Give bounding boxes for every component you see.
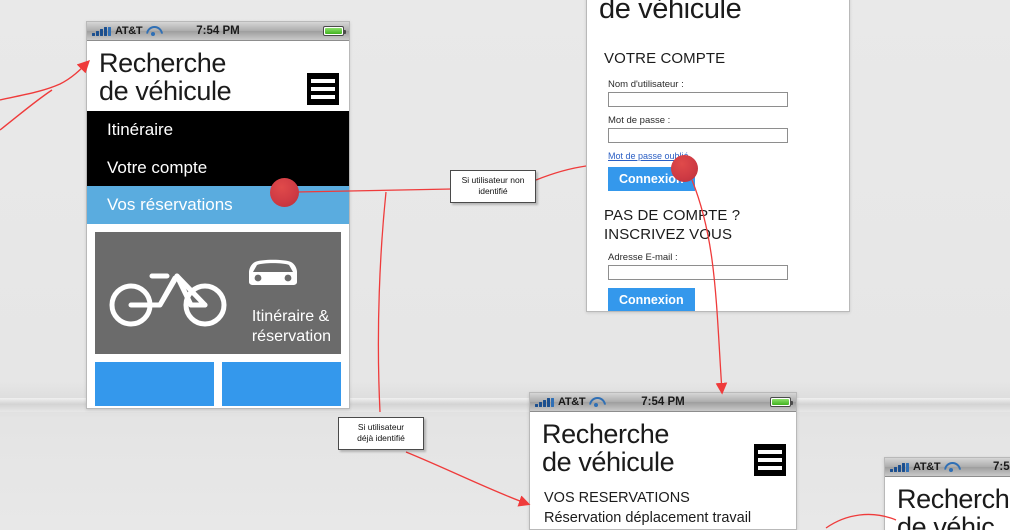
promo-text-line1: Itinéraire & (251, 308, 330, 326)
forgot-password-link[interactable]: Mot de passe oublié (587, 151, 849, 161)
annotation-dot-vos-reservations[interactable] (270, 178, 299, 207)
callout-line2: identifié (478, 186, 508, 197)
page-title-line1: Recherch (897, 484, 1010, 514)
status-bar: AT&T 7:54 PM (530, 393, 796, 412)
nav-item-votre-compte[interactable]: Votre compte (87, 149, 349, 187)
nav-item-itineraire[interactable]: Itinéraire (87, 111, 349, 149)
email-label: Adresse E-mail : (608, 252, 678, 264)
promo-tile-text: Itinéraire & réservation (252, 307, 331, 345)
hamburger-menu-icon[interactable] (307, 73, 339, 106)
phone-reservations-mockup: AT&T 7:54 PM Recherche de véhicule VOS R… (529, 392, 797, 530)
signup-heading-line2: INSCRIVEZ VOUS (604, 225, 733, 243)
phone-menu-mockup: AT&T 7:54 PM Recherche de véhicule Itiné… (86, 21, 350, 409)
page-title-line1: Recherche (99, 48, 226, 78)
account-heading: VOTRE COMPTE (604, 50, 726, 67)
username-field[interactable] (608, 91, 788, 107)
car-icon (249, 259, 297, 285)
callout-line2: déjà identifié (357, 433, 405, 444)
username-label: Nom d'utilisateur : (608, 78, 684, 90)
annotation-dot-connexion[interactable] (671, 155, 698, 182)
page-title-line2: de véhicule (99, 76, 232, 107)
promo-tile[interactable]: Itinéraire & réservation (95, 231, 341, 354)
carrier-label: AT&T (913, 461, 941, 473)
tile-row (87, 361, 349, 408)
password-label: Mot de passe : (608, 114, 671, 126)
reservation-item-1[interactable]: Réservation déplacement travail (544, 510, 796, 526)
app-header: Recherche de véhicule (87, 41, 349, 111)
login-panel-mockup: de véhicule VOTRE COMPTE Nom d'utilisate… (586, 0, 850, 312)
diagram-canvas: AT&T 7:54 PM Recherche de véhicule Itiné… (0, 0, 1010, 530)
page-title: Recherche de véhicule (542, 420, 784, 476)
status-bar-right (770, 397, 793, 407)
callout-note-non-identifie: Si utilisateur non identifié (450, 170, 536, 203)
reservations-section: VOS RESERVATIONS Réservation déplacement… (530, 482, 796, 526)
nav-item-vos-reservations[interactable]: Vos réservations (87, 186, 349, 224)
nav-menu: Itinéraire Votre compte Vos réservations (87, 111, 349, 224)
callout-line1: Si utilisateur (357, 422, 405, 432)
reservations-heading: VOS RESERVATIONS (544, 490, 690, 507)
status-bar-time: 7:54 PM (196, 25, 240, 37)
page-title-line1: Recherche (542, 419, 669, 449)
battery-icon (770, 397, 793, 407)
page-title-line2: de véhicule (542, 447, 675, 478)
hamburger-menu-icon[interactable] (754, 444, 786, 477)
phone-right-mockup: AT&T 7:5 Recherch de véhic (884, 457, 1010, 530)
status-bar-time: 7:54 PM (641, 396, 685, 408)
status-bar: AT&T 7:54 PM (87, 22, 349, 41)
app-header: Recherch de véhic (885, 477, 1010, 530)
signup-heading-line1: PAS DE COMPTE ? (604, 206, 741, 224)
status-bar: AT&T 7:5 (885, 458, 1010, 477)
signal-bars-icon (890, 462, 909, 472)
battery-icon (323, 26, 346, 36)
login-panel-header: de véhicule (587, 0, 849, 24)
blue-tile-left[interactable] (95, 361, 214, 406)
callout-line1: Si utilisateur non (461, 175, 525, 185)
email-field[interactable] (608, 265, 788, 281)
password-field[interactable] (608, 127, 788, 143)
page-title-line2: de véhic (897, 512, 995, 530)
blue-tile-right[interactable] (222, 361, 341, 406)
callout-note-deja-identifie: Si utilisateur déjà identifié (338, 417, 424, 450)
status-bar-time: 7:5 (993, 461, 1010, 473)
status-bar-left: AT&T (890, 461, 957, 473)
signup-heading: PAS DE COMPTE ? INSCRIVEZ VOUS (587, 207, 849, 245)
page-title: Recherch de véhic (897, 485, 1010, 530)
promo-text-line2: réservation (251, 327, 331, 345)
wifi-icon (944, 462, 957, 472)
signup-button[interactable]: Connexion (608, 288, 695, 311)
bicycle-icon (109, 273, 227, 327)
login-panel-title: de véhicule (599, 0, 742, 25)
app-header: Recherche de véhicule (530, 412, 796, 482)
status-bar-right (323, 26, 346, 36)
page-title: Recherche de véhicule (99, 49, 337, 105)
promo-tile-wrap: Itinéraire & réservation (87, 224, 349, 362)
